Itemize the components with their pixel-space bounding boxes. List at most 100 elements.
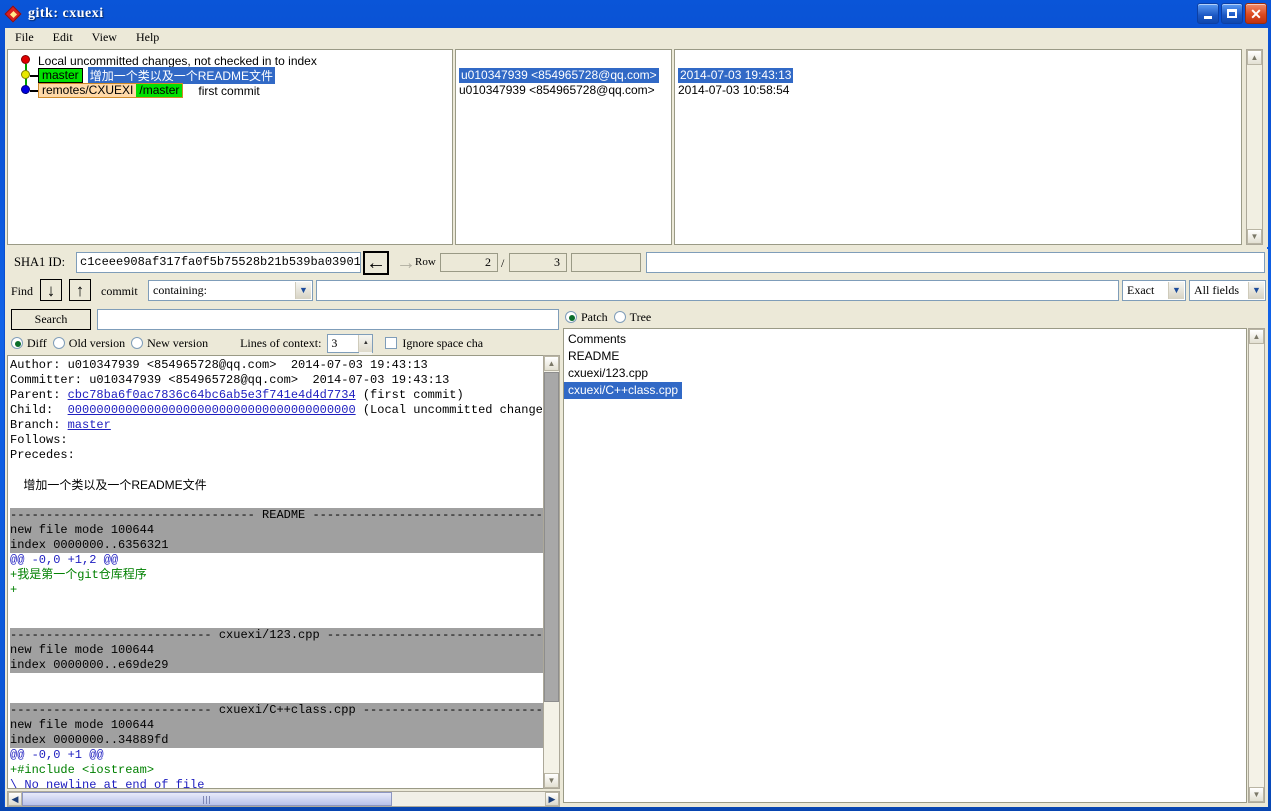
scroll-up-icon[interactable]: ▲ — [1247, 50, 1262, 65]
maximize-button[interactable] — [1221, 3, 1243, 24]
ref-tag-remote-branch: /master — [136, 84, 183, 97]
chevron-down-icon[interactable]: ▼ — [1168, 282, 1184, 299]
find-prev-button[interactable]: ↑ — [69, 279, 91, 301]
chevron-down-icon[interactable]: ▼ — [295, 282, 311, 299]
radio-diff-icon[interactable] — [11, 337, 23, 349]
diff-branch-line: Branch: master — [10, 418, 543, 433]
checkbox-icon[interactable] — [385, 337, 398, 349]
radio-old-version-icon[interactable] — [52, 337, 65, 349]
list-item[interactable]: README — [564, 348, 1246, 365]
scrollbar-thumb[interactable] — [544, 372, 559, 702]
commit-row[interactable]: remotes/CXUEXI/master first commit — [38, 83, 260, 98]
radio-diff[interactable]: Diff — [11, 336, 47, 351]
radio-patch-icon[interactable] — [565, 311, 577, 323]
diff-author-line: Author: u010347939 <854965728@qq.com> 20… — [10, 358, 428, 372]
radio-new-version[interactable]: New version — [131, 336, 208, 351]
diff-precedes-line: Precedes: — [10, 448, 75, 462]
radio-tree[interactable]: Tree — [613, 310, 651, 325]
radio-tree-icon[interactable] — [613, 311, 626, 323]
scroll-left-icon[interactable]: ◀ — [8, 792, 22, 806]
close-button[interactable]: ✕ — [1245, 3, 1267, 24]
radio-new-version-icon[interactable] — [131, 337, 144, 349]
stepper-up-icon[interactable]: ▲ — [359, 334, 373, 352]
arrow-left-icon: ← — [366, 252, 386, 274]
list-item[interactable]: Comments — [564, 331, 1246, 348]
author-cell: u010347939 <854965728@qq.com> — [459, 68, 659, 83]
minimize-button[interactable] — [1197, 3, 1219, 24]
history-back-button[interactable]: ← — [363, 251, 389, 275]
lines-of-context-stepper[interactable]: 3 ▲ ▼ — [327, 333, 374, 369]
scroll-down-icon[interactable]: ▼ — [1249, 787, 1264, 802]
find-kind-label: commit — [101, 284, 138, 298]
diff-no-newline-note: \ No newline at end of file — [10, 778, 205, 789]
commit-graph-pane[interactable]: Local uncommitted changes, not checked i… — [7, 49, 453, 245]
menu-edit[interactable]: Edit — [51, 29, 82, 46]
diff-vertical-scrollbar[interactable]: ▲ ▼ — [543, 355, 560, 789]
menu-file[interactable]: File — [13, 29, 43, 46]
graph-node-commit — [21, 70, 30, 79]
scroll-down-icon[interactable]: ▼ — [1247, 229, 1262, 244]
parent-sha-link[interactable]: cbc78ba6f0ac7836c64bc6ab5e3f741e4d4d7734 — [68, 388, 356, 402]
find-next-button[interactable]: ↓ — [40, 279, 62, 301]
row-label: Row — [415, 256, 436, 268]
commit-list-scrollbar[interactable]: ▲ ▼ — [1246, 49, 1263, 245]
scrollbar-grip — [203, 796, 211, 804]
find-containing-select[interactable]: containing: ▼ — [148, 280, 313, 301]
sha-secondary-input[interactable] — [646, 252, 1265, 273]
radio-patch[interactable]: Patch — [565, 310, 608, 325]
view-mode-row: Patch Tree — [565, 308, 651, 326]
find-match-mode-select[interactable]: Exact ▼ — [1122, 280, 1186, 301]
minimize-icon — [1204, 15, 1212, 19]
find-field-scope-select[interactable]: All fields ▼ — [1189, 280, 1266, 301]
diff-blank — [10, 673, 543, 688]
search-button[interactable]: Search — [11, 309, 91, 330]
commit-row[interactable]: Local uncommitted changes, not checked i… — [38, 53, 317, 68]
scrollbar-thumb[interactable] — [22, 792, 392, 806]
diff-file-meta: new file mode 100644 — [10, 718, 543, 733]
graph-stub — [30, 75, 38, 77]
child-sha-link[interactable]: 0000000000000000000000000000000000000000 — [68, 403, 356, 417]
sha-label: SHA1 ID: — [14, 255, 66, 269]
file-list-scrollbar[interactable]: ▲ ▼ — [1248, 328, 1265, 803]
menu-view[interactable]: View — [90, 29, 126, 46]
ref-tag-remote[interactable]: remotes/CXUEXI/master — [38, 83, 184, 98]
find-input[interactable] — [316, 280, 1119, 301]
scroll-down-icon[interactable]: ▼ — [544, 773, 559, 788]
file-list[interactable]: Comments README cxuexi/123.cpp cxuexi/C+… — [563, 328, 1247, 803]
titlebar: gitk: cxuexi ✕ — [0, 0, 1271, 28]
stepper-buttons[interactable]: ▲ ▼ — [358, 334, 373, 369]
scroll-up-icon[interactable]: ▲ — [1249, 329, 1264, 344]
ignore-space-checkbox[interactable]: Ignore space cha — [385, 336, 483, 351]
child-note: (Local uncommitted changes, — [355, 403, 544, 417]
list-item[interactable]: cxuexi/C++class.cpp — [564, 382, 683, 399]
lower-area: Search Diff Old version New version Line… — [5, 304, 1268, 807]
scroll-right-icon[interactable]: ▶ — [545, 792, 559, 806]
commit-author-pane[interactable]: u010347939 <854965728@qq.com> u010347939… — [455, 49, 672, 245]
radio-old-version[interactable]: Old version — [52, 336, 125, 351]
diff-file-meta: index 0000000..e69de29 — [10, 658, 543, 673]
commit-date-pane[interactable]: 2014-07-03 19:43:13 2014-07-03 10:58:54 — [674, 49, 1242, 245]
menubar: File Edit View Help — [5, 28, 1268, 47]
radio-diff-label: Diff — [27, 335, 47, 350]
branch-link[interactable]: master — [68, 418, 111, 432]
ref-tag-master[interactable]: master — [38, 68, 83, 83]
maximize-icon — [1227, 9, 1237, 18]
diff-panel: Search Diff Old version New version Line… — [5, 304, 561, 807]
scroll-up-icon[interactable]: ▲ — [544, 356, 559, 371]
search-input[interactable] — [97, 309, 559, 330]
diff-file-meta: new file mode 100644 — [10, 643, 543, 658]
commit-row[interactable]: master 增加一个类以及一个README文件 — [38, 67, 276, 84]
diff-horizontal-scrollbar[interactable]: ◀ ▶ — [7, 791, 560, 807]
diff-text-view[interactable]: Author: u010347939 <854965728@qq.com> 20… — [7, 355, 544, 789]
menu-help[interactable]: Help — [134, 29, 168, 46]
diff-file-header: ---------------------------- cxuexi/123.… — [10, 628, 544, 643]
diff-added-line: + — [10, 583, 18, 597]
graph-stub — [30, 90, 38, 92]
gitk-diamond-icon — [4, 5, 22, 23]
chevron-down-icon[interactable]: ▼ — [1248, 282, 1264, 299]
row-current-value: 2 — [440, 253, 498, 272]
sha-input[interactable]: c1ceee908af317fa0f5b75528b21b539ba039016 — [76, 252, 361, 273]
diff-file-header: ---------------------------------- READM… — [10, 508, 544, 523]
radio-new-version-label: New version — [147, 335, 209, 350]
list-item[interactable]: cxuexi/123.cpp — [564, 365, 1246, 382]
